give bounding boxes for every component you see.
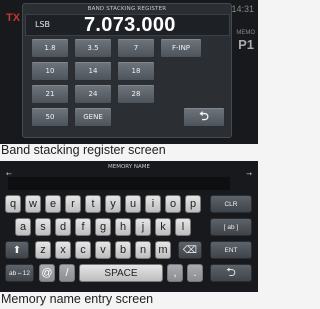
key-at[interactable]: @ [39,264,55,282]
key-o[interactable]: o [165,195,181,213]
key-x[interactable]: x [55,241,71,259]
memo-label: MEMO [236,30,255,36]
memory-channel: P1 [238,37,254,52]
shift-button[interactable]: ⬆ [5,241,29,259]
key-p[interactable]: p [185,195,201,213]
band-button-gene[interactable]: GENE [74,107,112,127]
delete-button[interactable]: ⌫ [178,241,202,259]
backspace-icon: ⌫ [182,244,198,256]
key-w[interactable]: w [25,195,41,213]
band-button-28[interactable]: 28 [117,84,155,104]
key-c[interactable]: c [75,241,91,259]
key-comma[interactable]: , [167,264,183,282]
frequency-readout: 7.073.000 [84,14,176,36]
key-r[interactable]: r [65,195,81,213]
key-s[interactable]: s [35,218,51,236]
mode-label: LSB [35,20,51,29]
ent-button[interactable]: ENT [210,241,252,259]
dialog-title: BAND STACKING REGISTER [87,6,167,12]
key-b[interactable]: b [115,241,131,259]
band-button-1-8[interactable]: 1.8 [31,38,69,58]
band-button-24[interactable]: 24 [74,84,112,104]
key-y[interactable]: y [105,195,121,213]
key-i[interactable]: i [145,195,161,213]
dialog-title: MEMORY NAME [108,164,150,170]
return-button[interactable]: ⮌ [183,107,225,127]
return-icon: ⮌ [226,264,236,279]
ab-toggle-button[interactable]: [ ab ] [210,218,252,236]
cursor-right-icon[interactable]: → [246,170,252,178]
band-button-21[interactable]: 21 [31,84,69,104]
key-slash[interactable]: / [59,264,75,282]
tx-indicator: TX [6,12,21,24]
ab-12-toggle-button[interactable]: ab⇔12 [5,264,34,282]
space-key[interactable]: SPACE [79,264,163,282]
band-button-50[interactable]: 50 [31,107,69,127]
key-z[interactable]: z [35,241,51,259]
return-icon: ⮌ [199,108,209,123]
clock: 14:31 [231,4,254,14]
key-n[interactable]: n [135,241,151,259]
caption-band-stacking: Band stacking register screen [1,143,166,157]
key-v[interactable]: v [95,241,111,259]
shift-icon: ⬆ [12,244,22,256]
key-q[interactable]: q [5,195,21,213]
key-d[interactable]: d [55,218,71,236]
key-g[interactable]: g [95,218,111,236]
band-button-10[interactable]: 10 [31,61,69,81]
key-e[interactable]: e [45,195,61,213]
return-button[interactable]: ⮌ [210,264,252,282]
caption-memory-name: Memory name entry screen [1,292,154,306]
memory-name-field[interactable] [8,177,230,190]
key-j[interactable]: j [135,218,151,236]
band-button-3-5[interactable]: 3.5 [74,38,112,58]
key-k[interactable]: k [155,218,171,236]
key-h[interactable]: h [115,218,131,236]
clr-button[interactable]: CLR [210,195,252,213]
memory-name-screen: MEMORY NAME ← → q w e r t y u i o p CLR … [0,161,258,292]
key-l[interactable]: l [175,218,191,236]
band-stacking-dialog: BAND STACKING REGISTER LSB 7.073.000 1.8… [22,3,232,138]
f-inp-button[interactable]: F-INP [160,38,202,58]
key-u[interactable]: u [125,195,141,213]
key-period[interactable]: . [187,264,203,282]
key-f[interactable]: f [75,218,91,236]
key-m[interactable]: m [155,241,171,259]
band-stacking-screen: TX 14:31 MEMO P1 BAND STACKING REGISTER … [0,0,258,144]
key-a[interactable]: a [15,218,31,236]
band-button-18[interactable]: 18 [117,61,155,81]
band-button-14[interactable]: 14 [74,61,112,81]
key-t[interactable]: t [85,195,101,213]
band-button-7[interactable]: 7 [117,38,155,58]
frequency-display: LSB 7.073.000 [25,14,230,36]
